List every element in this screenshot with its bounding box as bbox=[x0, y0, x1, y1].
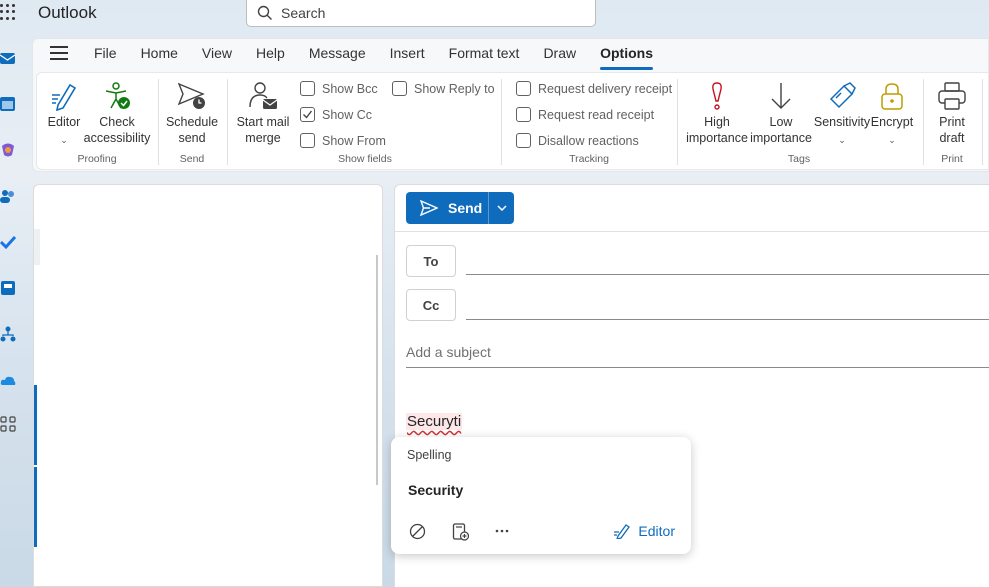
printer-icon bbox=[938, 82, 966, 110]
divider bbox=[395, 231, 989, 232]
search-input[interactable]: Search bbox=[246, 0, 596, 27]
tab-message[interactable]: Message bbox=[309, 42, 366, 64]
calendar-icon[interactable] bbox=[0, 96, 16, 112]
encrypt-button[interactable]: Encrypt ⌄ bbox=[869, 81, 915, 148]
org-chart-icon[interactable] bbox=[0, 326, 16, 342]
onedrive-icon[interactable] bbox=[0, 372, 16, 388]
lock-icon bbox=[881, 83, 903, 110]
todo-icon[interactable] bbox=[0, 234, 16, 250]
files-icon[interactable] bbox=[0, 280, 16, 296]
popup-title: Spelling bbox=[407, 448, 452, 462]
tab-insert[interactable]: Insert bbox=[390, 42, 425, 64]
copilot-icon[interactable] bbox=[0, 142, 16, 158]
menu-tabs: File Home View Help Message Insert Forma… bbox=[50, 42, 677, 70]
group-label-print: Print bbox=[941, 153, 963, 165]
send-options-dropdown[interactable] bbox=[489, 192, 514, 224]
start-mail-merge-button[interactable]: Start mail merge bbox=[233, 81, 293, 146]
mail-icon[interactable] bbox=[0, 50, 16, 66]
high-importance-button[interactable]: High importance bbox=[685, 81, 749, 146]
spelling-popup: Spelling Security Editor bbox=[391, 437, 691, 554]
subject-underline bbox=[406, 367, 989, 368]
more-options-icon[interactable] bbox=[495, 529, 509, 533]
arrow-down-icon bbox=[771, 83, 791, 109]
tab-view[interactable]: View bbox=[202, 42, 232, 64]
editor-button[interactable]: Editor ⌄ bbox=[43, 81, 85, 148]
group-label-tags: Tags bbox=[787, 153, 811, 165]
group-label-proofing: Proofing bbox=[77, 153, 117, 165]
search-placeholder: Search bbox=[281, 5, 326, 21]
add-to-dictionary-icon[interactable] bbox=[452, 523, 469, 541]
editor-pen-icon bbox=[614, 524, 631, 539]
cc-input[interactable] bbox=[466, 319, 989, 320]
request-delivery-receipt-checkbox[interactable]: Request delivery receipt bbox=[516, 81, 672, 96]
exclamation-icon bbox=[712, 82, 722, 110]
show-reply-to-checkbox[interactable]: Show Reply to bbox=[392, 81, 495, 96]
list-row-marker bbox=[34, 229, 40, 265]
chevron-down-icon: ⌄ bbox=[838, 135, 846, 145]
show-bcc-checkbox[interactable]: Show Bcc bbox=[300, 81, 378, 96]
checkmark-icon bbox=[303, 110, 313, 119]
hamburger-menu-icon[interactable] bbox=[50, 46, 68, 60]
tab-draw[interactable]: Draw bbox=[543, 42, 576, 64]
accessibility-icon bbox=[105, 82, 130, 109]
app-rail bbox=[0, 40, 22, 587]
ribbon-commands: Editor ⌄ Check accessibility Proofing Sc… bbox=[36, 72, 989, 170]
disallow-reactions-checkbox[interactable]: Disallow reactions bbox=[516, 133, 639, 148]
tab-file[interactable]: File bbox=[94, 42, 117, 64]
group-divider bbox=[227, 79, 228, 165]
app-title: Outlook bbox=[38, 3, 97, 22]
chevron-down-icon bbox=[496, 205, 507, 211]
send-split-button: Send bbox=[406, 192, 514, 224]
chevron-down-icon: ⌄ bbox=[60, 135, 68, 145]
people-icon[interactable] bbox=[0, 188, 16, 204]
show-cc-checkbox[interactable]: Show Cc bbox=[300, 107, 372, 122]
show-from-checkbox[interactable]: Show From bbox=[300, 133, 386, 148]
check-accessibility-button[interactable]: Check accessibility bbox=[83, 81, 151, 146]
scrollbar[interactable] bbox=[376, 255, 378, 485]
group-label-show-fields: Show fields bbox=[338, 153, 392, 165]
editor-link[interactable]: Editor bbox=[614, 523, 675, 539]
app-launcher-icon[interactable] bbox=[0, 4, 16, 20]
spelling-suggestion[interactable]: Security bbox=[408, 482, 463, 498]
group-divider bbox=[158, 79, 159, 165]
ignore-icon[interactable] bbox=[409, 523, 426, 540]
cc-button[interactable]: Cc bbox=[406, 289, 456, 321]
print-draft-button[interactable]: Print draft bbox=[930, 81, 974, 146]
more-apps-icon[interactable] bbox=[0, 416, 16, 432]
group-divider bbox=[982, 79, 983, 165]
to-input[interactable] bbox=[466, 274, 989, 275]
chevron-down-icon: ⌄ bbox=[888, 135, 896, 145]
selection-indicator bbox=[34, 385, 37, 465]
tab-help[interactable]: Help bbox=[256, 42, 285, 64]
editor-pen-icon bbox=[52, 83, 77, 111]
tab-format-text[interactable]: Format text bbox=[449, 42, 520, 64]
misspelled-word[interactable]: Securyti bbox=[406, 413, 463, 430]
group-label-tracking: Tracking bbox=[569, 153, 609, 165]
group-label-send: Send bbox=[179, 153, 205, 165]
low-importance-button[interactable]: Low importance bbox=[749, 81, 813, 146]
sensitivity-button[interactable]: Sensitivity ⌄ bbox=[813, 81, 871, 148]
send-button[interactable]: Send bbox=[406, 192, 489, 224]
mail-merge-icon bbox=[249, 82, 278, 109]
group-divider bbox=[923, 79, 924, 165]
schedule-send-button[interactable]: Schedule send bbox=[163, 81, 221, 146]
send-icon bbox=[420, 200, 438, 216]
message-list-pane[interactable] bbox=[33, 184, 383, 587]
tab-home[interactable]: Home bbox=[141, 42, 178, 64]
search-icon bbox=[257, 5, 272, 20]
schedule-send-icon bbox=[177, 82, 205, 109]
to-button[interactable]: To bbox=[406, 245, 456, 277]
group-divider bbox=[501, 79, 502, 165]
sensitivity-icon bbox=[829, 82, 856, 109]
request-read-receipt-checkbox[interactable]: Request read receipt bbox=[516, 107, 654, 122]
group-divider bbox=[677, 79, 678, 165]
selection-indicator bbox=[34, 467, 37, 547]
subject-input[interactable]: Add a subject bbox=[406, 344, 491, 360]
tab-options[interactable]: Options bbox=[600, 42, 653, 70]
